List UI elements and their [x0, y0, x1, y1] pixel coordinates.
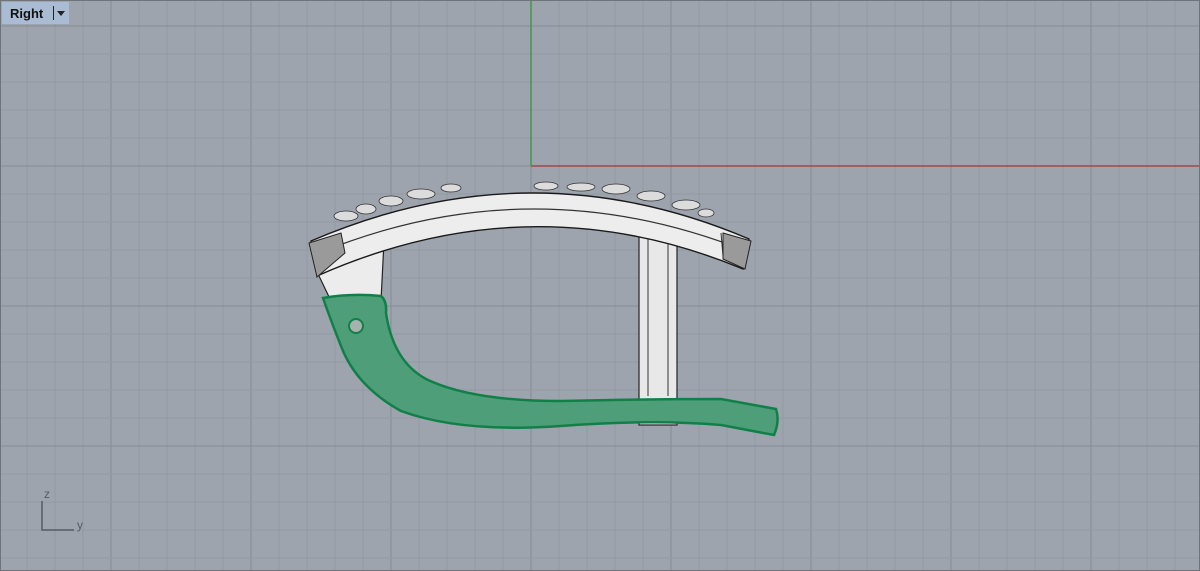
viewport-canvas[interactable]	[1, 1, 1200, 571]
viewport-name[interactable]: Right	[10, 6, 43, 21]
axis-label-z: z	[44, 487, 50, 501]
model-post	[638, 228, 678, 426]
right-viewport[interactable]: Right z y	[0, 0, 1200, 571]
construction-grid	[1, 1, 1199, 570]
axis-indicator-icon	[41, 501, 74, 531]
model-3d	[308, 181, 779, 437]
axis-label-y: y	[77, 518, 83, 532]
viewport-menu-dropdown[interactable]	[53, 6, 66, 20]
viewport-title-tab[interactable]: Right	[2, 2, 70, 24]
model-handle-hole	[348, 318, 364, 334]
chevron-down-icon	[57, 10, 66, 16]
